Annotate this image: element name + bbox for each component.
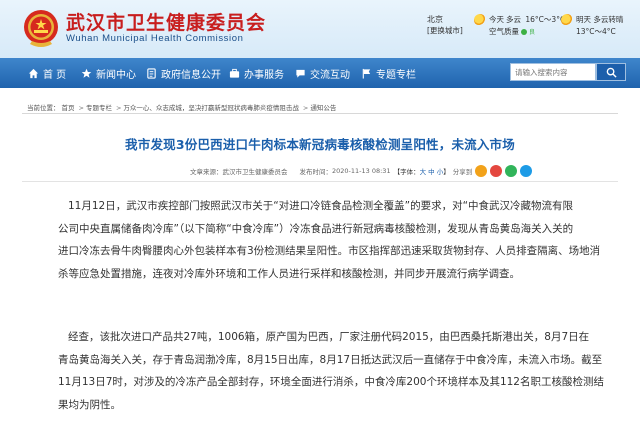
- font-label: 【字体：: [393, 168, 420, 176]
- nav-item-label: 新闻中心: [96, 69, 136, 81]
- site-title: 武汉市卫生健康委员会: [66, 12, 267, 34]
- divider: [22, 181, 618, 182]
- search-input[interactable]: [510, 63, 596, 81]
- font-medium-button[interactable]: 中: [428, 168, 435, 176]
- article-meta: 文章来源： 武汉市卫生健康委员会 发布时间： 2020-11-13 08:31 【字…: [190, 165, 533, 177]
- nav-item-label: 交流互动: [310, 69, 350, 81]
- nav-item-label: 政府信息公开: [161, 69, 221, 81]
- article-paragraph: 经查，该批次进口产品共27吨，1006箱，原产国为巴西，厂家注册代码2015，由…: [58, 326, 604, 416]
- breadcrumb-link-notices[interactable]: 通知公告: [310, 104, 336, 112]
- briefcase-icon: [229, 68, 240, 78]
- aqi-indicator-icon: [521, 29, 527, 35]
- search-button[interactable]: [596, 63, 626, 81]
- weather-tomorrow: 明天 多云转晴 13°C～4°C: [561, 14, 623, 37]
- flag-icon: [362, 68, 371, 79]
- font-close: 】: [443, 168, 450, 176]
- tomorrow-condition: 多云转晴: [593, 15, 624, 24]
- today-condition: 多云: [506, 15, 521, 24]
- site-header: 武汉市卫生健康委员会 Wuhan Municipal Health Commis…: [0, 0, 640, 58]
- article-title: 我市发现3份巴西进口牛肉标本新冠病毒核酸检测呈阳性，未流入市场: [125, 137, 515, 152]
- today-label: 今天: [489, 15, 504, 24]
- nav-item-news[interactable]: 新闻中心: [81, 65, 136, 81]
- paragraph-line: 11月13日7时，对涉及的冷冻产品全部封存，环境全面进行消杀，中食冷库200个环…: [58, 376, 604, 389]
- share-weibo-icon[interactable]: [490, 165, 503, 177]
- paragraph-line: 进口冷冻去骨牛肉臀腰肉心外包装样本有3份检测结果呈阳性。市区指挥部迅速采取货物封…: [58, 245, 601, 258]
- paragraph-line: 青岛黄岛海关入关，存于青岛润渤冷库，8月15日出库，8月17日抵达武汉后一直储存…: [58, 353, 603, 366]
- source-label: 文章来源：: [190, 168, 223, 176]
- nav-item-gov-info[interactable]: 政府信息公开: [146, 65, 221, 81]
- breadcrumb-link-home[interactable]: 首页: [62, 104, 75, 112]
- nav-item-label: 专题专栏: [376, 69, 416, 81]
- time-label: 发布时间：: [299, 168, 333, 176]
- nav-item-topics[interactable]: 专题专栏: [361, 65, 416, 81]
- nav-item-services[interactable]: 办事服务: [229, 65, 284, 81]
- site-subtitle: Wuhan Municipal Health Commission: [66, 33, 244, 44]
- breadcrumb-link-topics[interactable]: 专题专栏: [86, 104, 112, 112]
- breadcrumb: 当前位置： 首页 > 专题专栏 > 万众一心、众志成城，坚决打赢新型冠状病毒肺炎疫情阻击战…: [27, 104, 337, 112]
- chat-icon: [296, 69, 305, 78]
- article-paragraph: 11月12日，武汉市疾控部门按照武汉市关于“对进口冷链食品检测全覆盖”的要求，对…: [58, 195, 601, 285]
- font-size-switcher: 【字体：大 中 小】: [394, 166, 450, 176]
- national-emblem-icon[interactable]: [22, 8, 60, 50]
- breadcrumb-prefix: 当前位置：: [27, 104, 60, 112]
- search-icon: [606, 67, 617, 78]
- star-icon: [81, 68, 92, 78]
- nav-item-label: 首 页: [43, 69, 67, 81]
- today-temp: 16°C～3°C: [525, 15, 566, 24]
- share-wechat-icon[interactable]: [505, 165, 518, 177]
- weather-city: 北京 [更换城市]: [427, 14, 463, 36]
- home-icon: [28, 68, 39, 78]
- share-label: 分享到: [452, 168, 473, 176]
- cloudy-sun-icon: [474, 14, 486, 26]
- paragraph-line: 杀等应急处置措施，连夜对冷库外环境和工作人员进行采样和核酸检测，并同步开展流行病…: [58, 267, 520, 280]
- doc-icon: [147, 67, 156, 79]
- font-large-button[interactable]: 大: [420, 168, 427, 176]
- divider: [22, 113, 618, 114]
- paragraph-line: 经查，该批次进口产品共27吨，1006箱，原产国为巴西，厂家注册代码2015，由…: [68, 331, 590, 343]
- article-time: 2020-11-13 08:31: [332, 167, 391, 175]
- nav-item-interaction[interactable]: 交流互动: [295, 65, 350, 81]
- paragraph-line: 果均为阴性。: [58, 398, 121, 411]
- tomorrow-label: 明天: [576, 15, 591, 24]
- nav-item-home[interactable]: 首 页: [28, 65, 66, 81]
- aqi-value: 良: [529, 29, 536, 36]
- weather-today: 今天 多云 16°C～3°C 空气质量 良: [474, 14, 565, 38]
- nav-item-label: 办事服务: [244, 69, 284, 81]
- cloudy-sun-icon: [561, 14, 573, 26]
- share-qq-icon[interactable]: [520, 165, 533, 177]
- breadcrumb-link-campaign[interactable]: 万众一心、众志成城，坚决打赢新型冠状病毒肺炎疫情阻击战: [123, 104, 299, 112]
- switch-city-link[interactable]: [更换城市]: [427, 25, 463, 36]
- paragraph-line: 公司中央直属储备肉冷库”（以下简称“中食冷库”）冷冻食品进行新冠病毒核酸检测，发…: [58, 222, 574, 235]
- tomorrow-temp: 13°C～4°C: [576, 27, 616, 36]
- city-name: 北京: [427, 15, 443, 24]
- paragraph-line: 11月12日，武汉市疾控部门按照武汉市关于“对进口冷链食品检测全覆盖”的要求，对…: [68, 200, 574, 212]
- aqi-label: 空气质量: [489, 27, 519, 36]
- share-qzone-icon[interactable]: [475, 165, 488, 177]
- article-source: 武汉市卫生健康委员会: [222, 168, 288, 176]
